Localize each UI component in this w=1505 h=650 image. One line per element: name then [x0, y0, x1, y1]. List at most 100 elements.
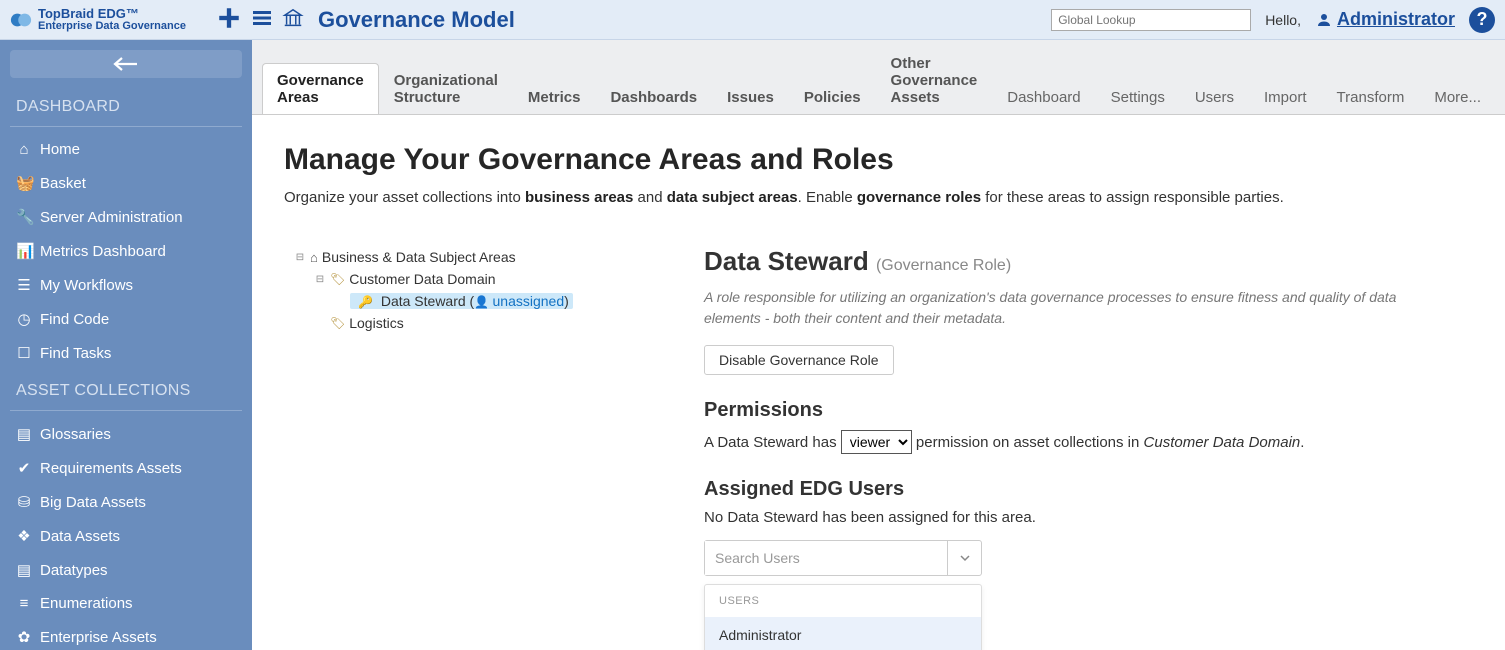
detail-title-text: Data Steward [704, 246, 869, 276]
sidebar-item-home[interactable]: ⌂Home [0, 133, 252, 166]
chart-icon: 📊 [16, 242, 32, 260]
brand-tagline: Enterprise Data Governance [38, 21, 186, 33]
tabstrip: Governance Areas Organizational Structur… [252, 40, 1505, 115]
tab-governance-areas[interactable]: Governance Areas [262, 63, 379, 114]
tab-import[interactable]: Import [1249, 80, 1322, 114]
layers-icon: ❖ [16, 527, 32, 545]
home-outline-icon: ⌂ [310, 250, 318, 265]
sidebar: DASHBOARD ⌂Home 🧺Basket 🔧 Server Administ… [0, 40, 252, 650]
dropdown-item-administrator[interactable]: Administrator [705, 617, 981, 650]
database-icon: ⛁ [16, 493, 32, 511]
perm-text: . [1300, 434, 1304, 451]
tab-policies[interactable]: Policies [789, 80, 876, 114]
perm-text: permission on asset collections in [916, 434, 1144, 451]
sidebar-item-find-code[interactable]: ◷ Find Code [0, 302, 252, 336]
permissions-heading: Permissions [704, 399, 1424, 422]
sidebar-item-basket[interactable]: 🧺Basket [0, 166, 252, 200]
add-icon[interactable] [216, 5, 242, 34]
hello-label: Hello, [1265, 12, 1301, 28]
tree-node-customer-data-domain[interactable]: ⊟ 🏷 Customer Data Domain [294, 268, 664, 290]
page-title: Manage Your Governance Areas and Roles [284, 143, 1473, 177]
subtitle-text: and [633, 189, 666, 206]
sidebar-item-metrics-dashboard[interactable]: 📊Metrics Dashboard [0, 234, 252, 268]
sidebar-item-label: Server Administration [40, 209, 183, 226]
sidebar-item-find-tasks[interactable]: ☐ Find Tasks [0, 336, 252, 370]
sidebar-item-datatypes[interactable]: ▤Datatypes [0, 553, 252, 587]
sidebar-item-label: Glossaries [40, 426, 111, 443]
sidebar-item-data-assets[interactable]: ❖Data Assets [0, 519, 252, 553]
tab-more[interactable]: More... [1419, 80, 1496, 114]
disable-governance-role-button[interactable]: Disable Governance Role [704, 345, 894, 375]
tab-dashboards[interactable]: Dashboards [595, 80, 712, 114]
sidebar-item-server-admin[interactable]: 🔧 Server Administration [0, 200, 252, 234]
tab-dashboard-aux[interactable]: Dashboard [992, 80, 1095, 114]
dropdown-header: USERS [705, 585, 981, 617]
tab-transform[interactable]: Transform [1322, 80, 1420, 114]
gear-icon: ✿ [16, 628, 32, 646]
sidebar-item-label: Enumerations [40, 595, 133, 612]
subtitle-bold: business areas [525, 189, 633, 206]
divider [10, 410, 242, 411]
tab-issues[interactable]: Issues [712, 80, 789, 114]
detail-title: Data Steward (Governance Role) [704, 246, 1424, 277]
tab-users[interactable]: Users [1180, 80, 1249, 114]
tab-metrics[interactable]: Metrics [513, 80, 596, 114]
sidebar-item-label: Requirements Assets [40, 460, 182, 477]
arrow-left-icon [112, 56, 140, 72]
key-icon: 🔑 [358, 295, 373, 309]
tree-label: Logistics [349, 315, 403, 331]
sidebar-item-label: Home [40, 141, 80, 158]
tree-root[interactable]: ⊟ ⌂ Business & Data Subject Areas [294, 246, 664, 268]
tree-collapse-icon[interactable]: ⊟ [294, 252, 306, 263]
search-users-combo[interactable] [704, 540, 982, 576]
tree-label: Data Steward ( [381, 293, 474, 309]
tree-collapse-icon[interactable]: ⊟ [314, 274, 326, 285]
tree-node-logistics[interactable]: 🏷 Logistics [294, 312, 664, 334]
subtitle-text: Organize your asset collections into [284, 189, 525, 206]
subtitle-text: for these areas to assign responsible pa… [981, 189, 1284, 206]
sidebar-item-label: Find Code [40, 311, 109, 328]
wrench-icon: 🔧 [16, 208, 32, 226]
brand-text: TopBraid EDG™ Enterprise Data Governance [38, 7, 186, 32]
perm-text: A Data Steward has [704, 434, 841, 451]
brand-name: TopBraid EDG [38, 6, 126, 21]
sidebar-item-enumerations[interactable]: ≡ Enumerations [0, 587, 252, 620]
permission-select[interactable]: viewer [841, 430, 912, 454]
sidebar-item-requirements-assets[interactable]: ✔ Requirements Assets [0, 451, 252, 485]
chevron-down-icon[interactable] [947, 541, 981, 575]
sidebar-item-big-data-assets[interactable]: ⛁ Big Data Assets [0, 485, 252, 519]
sidebar-section-dashboard: DASHBOARD [0, 92, 252, 122]
sidebar-item-enterprise-assets[interactable]: ✿Enterprise Assets [0, 620, 252, 650]
sidebar-item-label: Find Tasks [40, 345, 111, 362]
user-icon [1315, 11, 1333, 29]
user-icon: 👤 [474, 295, 492, 309]
menu-icon[interactable] [250, 6, 274, 33]
tab-settings[interactable]: Settings [1096, 80, 1180, 114]
global-lookup-input[interactable] [1051, 9, 1251, 31]
tree-label: Business & Data Subject Areas [322, 249, 516, 265]
assigned-users-heading: Assigned EDG Users [704, 478, 1424, 501]
subtitle-text: . Enable [798, 189, 857, 206]
subtitle-bold: governance roles [857, 189, 981, 206]
tree-status: unassigned [493, 293, 565, 309]
back-button[interactable] [10, 50, 242, 78]
brand-trademark: ™ [126, 6, 139, 21]
brand-block: TopBraid EDG™ Enterprise Data Governance [10, 7, 210, 32]
sidebar-item-my-workflows[interactable]: ☰My Workflows [0, 268, 252, 302]
sidebar-item-glossaries[interactable]: ▤Glossaries [0, 417, 252, 451]
tree-label: Customer Data Domain [349, 271, 495, 287]
tab-other-governance-assets[interactable]: Other Governance Assets [876, 46, 993, 114]
check-circle-icon: ✔ [16, 459, 32, 477]
task-icon: ☐ [16, 344, 32, 362]
detail-panel: Data Steward (Governance Role) A role re… [704, 246, 1424, 576]
sidebar-item-label: Datatypes [40, 562, 108, 579]
tree-node-data-steward[interactable]: 🔑 Data Steward (👤 unassigned) [294, 290, 664, 312]
clock-icon: ◷ [16, 310, 32, 328]
help-icon[interactable]: ? [1469, 7, 1495, 33]
sidebar-item-label: Big Data Assets [40, 494, 146, 511]
tab-organizational-structure[interactable]: Organizational Structure [379, 63, 513, 114]
tree-panel: ⊟ ⌂ Business & Data Subject Areas ⊟ 🏷 Cu… [284, 246, 664, 334]
search-users-input[interactable] [705, 541, 947, 575]
list-icon: ≡ [16, 595, 32, 612]
current-user-link[interactable]: Administrator [1315, 9, 1455, 30]
